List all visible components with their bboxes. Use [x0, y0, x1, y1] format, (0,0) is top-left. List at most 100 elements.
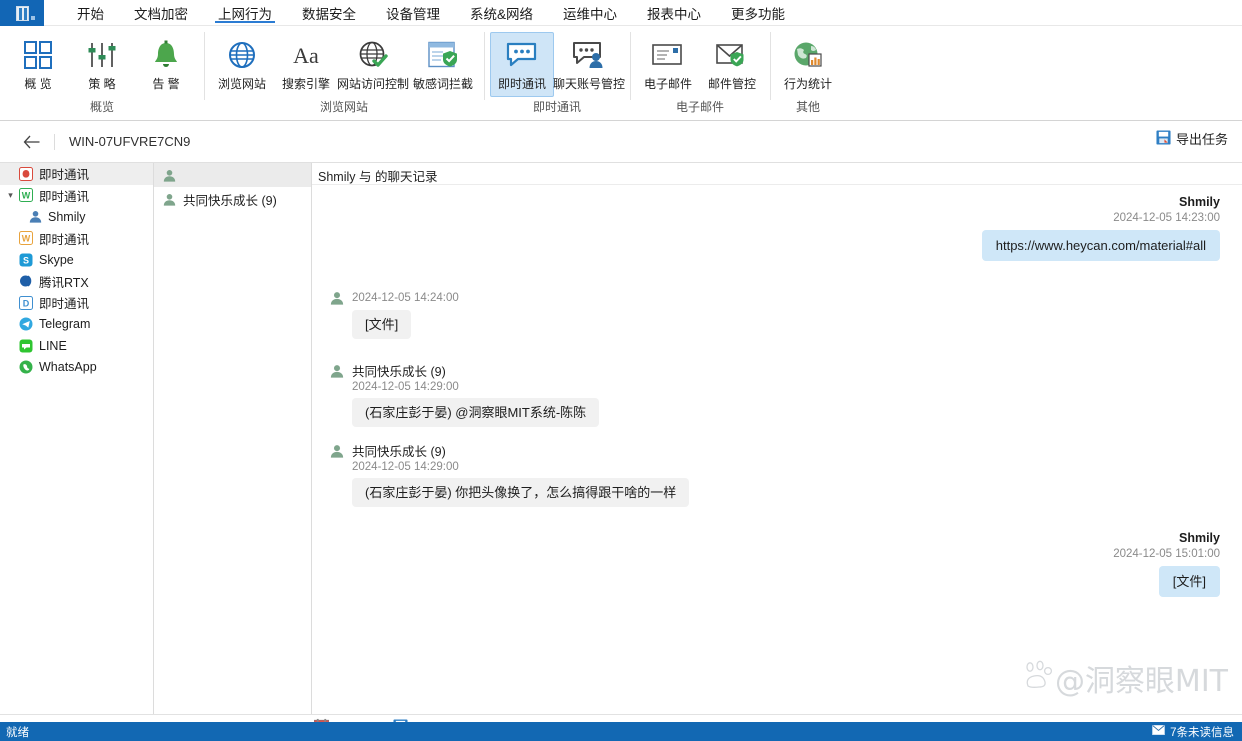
sidebar-item-10[interactable]: WhatsApp — [0, 357, 153, 379]
sidebar-item-7[interactable]: D 即时通讯 — [0, 292, 153, 314]
status-bar: 就绪 7条未读信息 — [0, 722, 1242, 741]
ribbon-button-envelope-shield[interactable]: 邮件管控 — [700, 32, 764, 97]
ribbon-button-label: 概 览 — [24, 77, 52, 91]
sidebar-item-6[interactable]: 腾讯RTX — [0, 271, 153, 293]
font-aa-icon: Aa — [289, 38, 323, 72]
sidebar-item-8[interactable]: Telegram — [0, 314, 153, 336]
contact-row-2[interactable]: 共同快乐成长 (9) — [154, 187, 311, 211]
ribbon-button-globe-chart[interactable]: 行为统计 — [776, 32, 840, 97]
window-shield-icon — [428, 38, 458, 72]
ribbon-button-globe-check[interactable]: 网站访问控制 — [337, 32, 409, 97]
svg-text:W: W — [22, 234, 31, 244]
qq-icon — [17, 166, 35, 181]
export-task-label: 导出任务 — [1175, 132, 1228, 147]
globe-check-icon — [358, 38, 388, 72]
message-sender: Shmily — [1179, 195, 1220, 209]
sidebar-item-label: Skype — [39, 252, 74, 267]
menu-item-2[interactable]: 文档加密 — [119, 0, 203, 25]
app-logo-icon[interactable] — [0, 0, 44, 26]
sidebar-item-label: Shmily — [48, 209, 86, 224]
chat-bubble-icon — [506, 38, 538, 72]
ribbon-button-mail-card[interactable]: 电子邮件 — [636, 32, 700, 97]
message-time: 2024-12-05 14:24:00 — [352, 292, 459, 304]
menu-item-9[interactable]: 更多功能 — [716, 0, 800, 25]
message-sender: 共同快乐成长 (9) — [352, 365, 446, 379]
wecom-icon: W — [17, 231, 35, 246]
chat-user-icon — [572, 38, 606, 72]
export-task-button[interactable]: 导出任务 — [1156, 129, 1228, 148]
ribbon-group-title: 概览 — [89, 100, 114, 114]
contact-row-1[interactable] — [154, 163, 311, 187]
grid-icon — [23, 38, 53, 72]
application-window: 开始 文档加密 上网行为 数据安全 设备管理 系统&网络 运维中心 报表中心 更多功能 概 览 … — [0, 0, 1242, 741]
ribbon-button-chat-bubble[interactable]: 即时通讯 — [490, 32, 554, 97]
ribbon-button-font-aa[interactable]: Aa 搜索引擎 — [274, 32, 338, 97]
unread-messages[interactable]: 7条未读信息 — [1152, 724, 1242, 740]
sidebar-item-label: WhatsApp — [39, 360, 97, 375]
ribbon-button-label: 聊天账号管控 — [553, 77, 626, 91]
envelope-icon — [1152, 725, 1165, 738]
sidebar-item-4[interactable]: W 即时通讯 — [0, 228, 153, 250]
ribbon-button-chat-user[interactable]: 聊天账号管控 — [553, 32, 626, 97]
menu-item-4[interactable]: 数据安全 — [287, 0, 371, 25]
ribbon-button-label: 告 警 — [152, 77, 180, 91]
unread-count-label: 7条未读信息 — [1170, 726, 1234, 739]
message-time: 2024-12-05 14:23:00 — [1113, 212, 1220, 224]
message-time: 2024-12-05 14:29:00 — [352, 381, 459, 393]
bell-icon — [152, 38, 180, 72]
ribbon-button-window-shield[interactable]: 敏感词拦截 — [408, 32, 478, 97]
telegram-icon — [17, 317, 35, 331]
ribbon-group-items: 行为统计 — [770, 30, 846, 98]
im-app-tree: 即时通讯 ▾ W 即时通讯 Shmily W 即时通讯 S Skype 腾讯RTX D即… — [0, 163, 154, 714]
message-time: 2024-12-05 14:29:00 — [352, 461, 459, 473]
sidebar-item-label: LINE — [39, 338, 67, 353]
menu-item-7[interactable]: 运维中心 — [548, 0, 632, 25]
menu-item-3[interactable]: 上网行为 — [203, 0, 287, 25]
menu-item-8[interactable]: 报表中心 — [632, 0, 716, 25]
sliders-icon — [87, 38, 117, 72]
menu-item-5[interactable]: 设备管理 — [371, 0, 455, 25]
contact-icon — [160, 193, 178, 206]
ribbon-button-globe[interactable]: 浏览网站 — [210, 32, 274, 97]
arrow-left-icon[interactable] — [14, 129, 48, 155]
avatar — [330, 291, 344, 305]
chat-messages: Shmily 2024-12-05 14:23:00 https://www.hey… — [312, 185, 1242, 685]
svg-text:S: S — [23, 255, 29, 265]
sidebar-item-label: 即时通讯 — [39, 232, 90, 247]
svg-text:W: W — [22, 191, 31, 201]
chevron-down-icon[interactable]: ▾ — [4, 190, 17, 201]
chat-message: Shmily 2024-12-05 14:23:00 https://www.hey… — [312, 195, 1242, 261]
message-header: 2024-12-05 14:24:00 — [330, 291, 1220, 305]
sidebar-item-9[interactable]: LINE — [0, 335, 153, 357]
ribbon-button-bell[interactable]: 告 警 — [134, 32, 198, 97]
sidebar-item-5[interactable]: S Skype — [0, 249, 153, 271]
sidebar-item-1[interactable]: 即时通讯 — [0, 163, 153, 185]
ribbon-button-label: 策 略 — [88, 77, 116, 91]
ribbon-button-grid[interactable]: 概 览 — [6, 32, 70, 97]
contact-icon — [160, 169, 178, 182]
sidebar-item-3[interactable]: Shmily — [0, 206, 153, 228]
status-text: 就绪 — [6, 726, 29, 739]
ribbon-button-label: 电子邮件 — [643, 77, 692, 91]
menu-item-1[interactable]: 开始 — [62, 0, 119, 25]
avatar — [330, 444, 344, 458]
message-sender: Shmily — [1179, 531, 1220, 545]
menu-item-6[interactable]: 系统&网络 — [455, 0, 548, 25]
ribbon-button-label: 敏感词拦截 — [412, 77, 473, 91]
ribbon-group-5: 行为统计 其他 — [770, 26, 846, 120]
ribbon-group-title: 浏览网站 — [319, 100, 368, 114]
globe-chart-icon — [793, 38, 823, 72]
sidebar-item-2[interactable]: ▾ W 即时通讯 — [0, 185, 153, 207]
message-header: 共同快乐成长 (9) — [330, 441, 1220, 460]
ribbon-group-title: 电子邮件 — [675, 100, 724, 114]
whatsapp-icon — [17, 360, 35, 374]
message-bubble-wrap: [文件] — [330, 560, 1220, 597]
sidebar-item-label: 即时通讯 — [39, 189, 90, 204]
message-header: 共同快乐成长 (9) — [330, 361, 1220, 380]
main-content: 即时通讯 ▾ W 即时通讯 Shmily W 即时通讯 S Skype 腾讯RTX D即… — [0, 163, 1242, 714]
menu-items: 开始 文档加密 上网行为 数据安全 设备管理 系统&网络 运维中心 报表中心 更多功能 — [44, 0, 800, 25]
ribbon-group-items: 浏览网站 Aa 搜索引擎 网站访问控制 敏感词拦截 — [204, 30, 484, 98]
ribbon-button-label: 行为统计 — [783, 77, 832, 91]
ribbon-button-sliders[interactable]: 策 略 — [70, 32, 134, 97]
ribbon-group-3: 即时通讯 聊天账号管控 即时通讯 — [484, 26, 630, 120]
